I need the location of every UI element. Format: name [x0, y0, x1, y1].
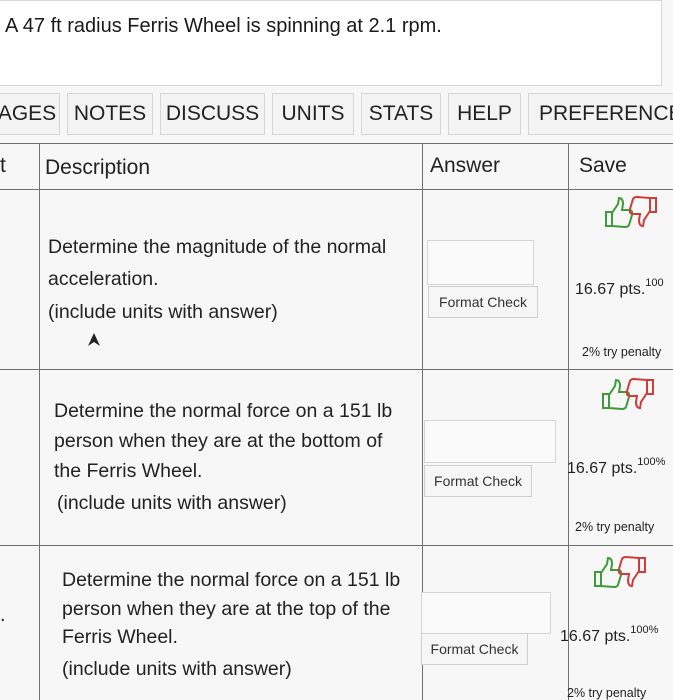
column-header-save: Save	[579, 154, 627, 177]
tab-stats[interactable]: STATS	[361, 93, 441, 135]
try-penalty-label: 2% try penalty	[567, 686, 647, 700]
points-label: 16.67 pts.100%	[560, 624, 658, 646]
tab-bar: AGES NOTES DISCUSS UNITS STATS HELP PREF…	[0, 93, 673, 137]
thumbs-rating-icons[interactable]	[600, 194, 660, 230]
question-text-line: (include units with answer)	[57, 492, 287, 514]
percent-value: 100	[645, 277, 664, 289]
tab-help[interactable]: HELP	[448, 93, 521, 135]
cursor-arrow-icon	[88, 333, 100, 346]
question-text-line: Ferris Wheel.	[62, 626, 178, 648]
thumbs-down-icon	[625, 377, 654, 410]
thumbs-down-icon	[617, 555, 646, 588]
question-text-line: person when they are at the bottom of	[54, 430, 383, 452]
question-text-line: person when they are at the top of the	[62, 598, 391, 620]
problem-text: A 47 ft radius Ferris Wheel is spinning …	[5, 15, 442, 37]
try-penalty-label: 2% try penalty	[582, 345, 662, 359]
thumbs-down-icon	[628, 195, 657, 228]
question-text-line: (include units with answer)	[48, 301, 278, 323]
column-header-left: t	[0, 154, 6, 177]
percent-value: 100%	[630, 624, 659, 636]
answer-input[interactable]	[427, 240, 534, 285]
question-text-line: Determine the magnitude of the normal	[48, 236, 387, 258]
tab-units[interactable]: UNITS	[272, 93, 354, 135]
left-marker: .	[0, 604, 6, 626]
points-value: 16.67 pts.	[567, 460, 638, 477]
points-value: 16.67 pts.	[575, 281, 646, 298]
question-text-line: Determine the normal force on a 151 lb	[62, 569, 401, 591]
question-text-line: acceleration.	[48, 268, 159, 290]
row-divider	[0, 369, 673, 370]
column-header-answer: Answer	[430, 154, 501, 177]
percent-value: 100%	[637, 456, 666, 468]
homework-page: A 47 ft radius Ferris Wheel is spinning …	[0, 0, 673, 700]
thumbs-up-icon	[605, 196, 634, 229]
thumbs-rating-icons[interactable]	[589, 554, 649, 590]
question-text-line: the Ferris Wheel.	[54, 460, 203, 482]
points-label: 16.67 pts.100	[575, 277, 664, 299]
try-penalty-label: 2% try penalty	[575, 520, 655, 534]
column-header-description: Description	[45, 156, 151, 179]
answer-input[interactable]	[424, 420, 556, 463]
thumbs-up-icon	[602, 378, 631, 411]
tab-discuss[interactable]: DISCUSS	[160, 93, 265, 135]
thumbs-up-icon	[594, 556, 623, 589]
column-divider	[568, 143, 569, 700]
question-text-line: Determine the normal force on a 151 lb	[54, 400, 393, 422]
problem-statement-panel: A 47 ft radius Ferris Wheel is spinning …	[0, 0, 662, 86]
points-label: 16.67 pts.100%	[567, 456, 665, 478]
question-text-line: (include units with answer)	[62, 658, 292, 680]
format-check-button[interactable]: Format Check	[421, 633, 528, 665]
thumbs-rating-icons[interactable]	[597, 376, 657, 412]
column-divider	[39, 143, 40, 700]
table-top-border	[0, 143, 673, 144]
points-value: 16.67 pts.	[560, 628, 631, 645]
format-check-button[interactable]: Format Check	[424, 465, 532, 497]
tab-pages[interactable]: AGES	[0, 93, 60, 135]
answer-input[interactable]	[421, 592, 551, 634]
format-check-button[interactable]: Format Check	[428, 286, 538, 318]
tab-preferences[interactable]: PREFERENCES	[528, 93, 673, 135]
row-divider	[0, 545, 673, 546]
tab-notes[interactable]: NOTES	[67, 93, 153, 135]
